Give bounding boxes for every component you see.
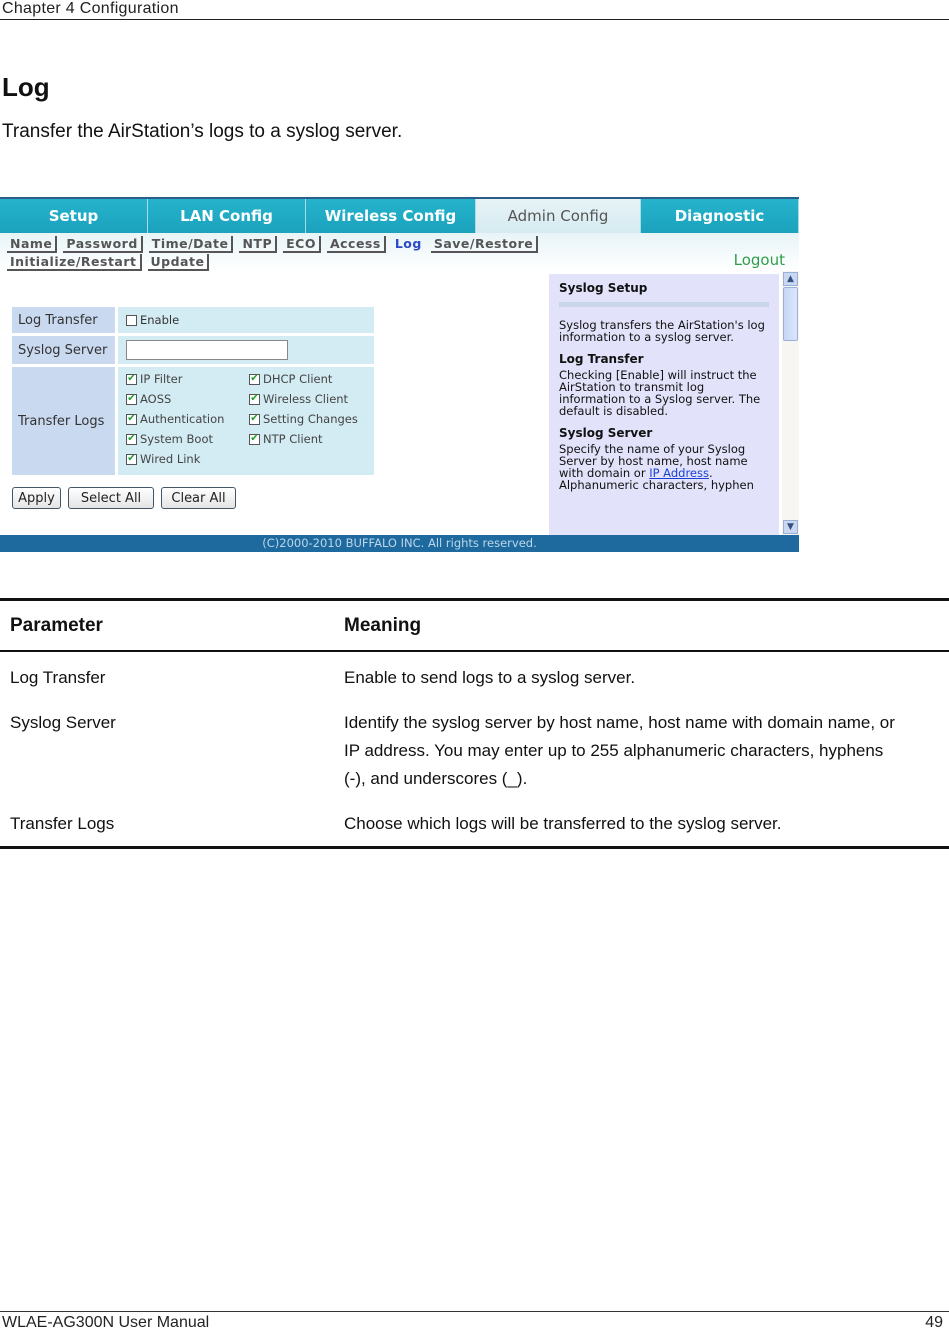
log-type-dhcp-client[interactable]: ✔ DHCP Client <box>249 372 369 386</box>
log-type-label: DHCP Client <box>263 372 333 386</box>
subtab-save-restore[interactable]: Save/Restore <box>430 236 539 253</box>
help-syslog-server-text: Specify the name of your Syslog Server b… <box>559 443 769 491</box>
log-type-label: NTP Client <box>263 432 323 446</box>
log-type-label: AOSS <box>140 392 172 406</box>
tab-lan-config[interactable]: LAN Config <box>148 199 306 233</box>
log-type-label: Wired Link <box>140 452 201 466</box>
table-row: Log Transfer Enable to send logs to a sy… <box>0 664 949 692</box>
log-type-system-boot[interactable]: ✔ System Boot <box>126 432 249 446</box>
parameter-table: Parameter Meaning Log Transfer Enable to… <box>0 598 949 849</box>
logout-link[interactable]: Logout <box>734 251 785 269</box>
log-type-label: Authentication <box>140 412 225 426</box>
log-settings-form: Log Transfer Enable Syslog Server Transf… <box>12 307 374 478</box>
log-type-aoss[interactable]: ✔ AOSS <box>126 392 249 406</box>
check-icon[interactable]: ✔ <box>249 393 260 405</box>
subtab-update[interactable]: Update <box>147 254 210 271</box>
section-title: Log <box>2 72 50 102</box>
check-icon[interactable]: ✔ <box>249 373 260 385</box>
log-type-authentication[interactable]: ✔ Authentication <box>126 412 249 426</box>
help-scrollbar[interactable]: ▲ ▼ <box>782 271 799 535</box>
row-meaning: Identify the syslog server by host name,… <box>344 713 895 788</box>
subtab-time-date[interactable]: Time/Date <box>148 236 234 253</box>
footer-divider <box>0 1311 949 1312</box>
help-divider <box>559 302 769 307</box>
subtab-password[interactable]: Password <box>63 236 143 253</box>
help-panel: Syslog Setup Syslog transfers the AirSta… <box>549 274 779 536</box>
log-transfer-label: Log Transfer <box>12 307 115 333</box>
scroll-up-icon[interactable]: ▲ <box>783 272 798 286</box>
header-parameter: Parameter <box>10 614 103 636</box>
table-row: Transfer Logs Choose which logs will be … <box>0 810 949 838</box>
subtab-ntp[interactable]: NTP <box>239 236 278 253</box>
subtab-eco[interactable]: ECO <box>283 236 321 253</box>
subtab-name[interactable]: Name <box>7 236 58 253</box>
check-icon[interactable]: ✔ <box>126 393 137 405</box>
log-type-wired-link[interactable]: ✔ Wired Link <box>126 452 249 466</box>
router-ui-screenshot: Setup LAN Config Wireless Config Admin C… <box>0 197 799 552</box>
check-icon[interactable]: ✔ <box>249 413 260 425</box>
table-row: Syslog Server Identify the syslog server… <box>0 709 949 793</box>
check-icon[interactable]: ✔ <box>249 433 260 445</box>
sub-nav: Name Password Time/Date NTP ECO Access L… <box>0 233 799 271</box>
help-syslog-server-heading: Syslog Server <box>559 426 653 440</box>
header-meaning: Meaning <box>344 614 422 636</box>
check-icon[interactable]: ✔ <box>126 433 137 445</box>
row-parameter: Syslog Server <box>10 713 116 732</box>
row-parameter: Transfer Logs <box>10 814 115 833</box>
syslog-server-input[interactable] <box>126 340 288 360</box>
log-type-checkboxes: ✔ IP Filter ✔ DHCP Client ✔ AOSS ✔ Wireless … <box>126 367 369 471</box>
top-nav: Setup LAN Config Wireless Config Admin C… <box>0 197 799 233</box>
help-log-transfer-heading: Log Transfer <box>559 352 644 366</box>
log-type-label: System Boot <box>140 432 214 446</box>
form-buttons: Apply Select All Clear All <box>12 487 236 509</box>
chapter-header: Chapter 4 Configuration <box>2 0 179 17</box>
page-number: 49 <box>925 1314 943 1331</box>
help-log-transfer-text: Checking [Enable] will instruct the AirS… <box>559 368 761 418</box>
apply-button[interactable]: Apply <box>12 487 61 509</box>
syslog-server-label: Syslog Server <box>12 336 115 364</box>
tab-admin-config[interactable]: Admin Config <box>476 199 641 233</box>
check-icon[interactable]: ✔ <box>126 373 137 385</box>
select-all-button[interactable]: Select All <box>68 487 154 509</box>
tab-wireless-config[interactable]: Wireless Config <box>306 199 476 233</box>
log-type-wireless-client[interactable]: ✔ Wireless Client <box>249 392 369 406</box>
enable-checkbox[interactable] <box>126 314 137 326</box>
log-type-ntp-client[interactable]: ✔ NTP Client <box>249 432 369 446</box>
section-subtitle: Transfer the AirStation’s logs to a sysl… <box>2 121 403 142</box>
log-type-ip-filter[interactable]: ✔ IP Filter <box>126 372 249 386</box>
row-meaning: Enable to send logs to a syslog server. <box>344 668 636 687</box>
subtab-initialize-restart[interactable]: Initialize/Restart <box>7 254 142 271</box>
scroll-thumb[interactable] <box>783 287 798 341</box>
header-divider <box>0 19 949 20</box>
transfer-logs-label: Transfer Logs <box>12 367 115 475</box>
tab-setup[interactable]: Setup <box>0 199 148 233</box>
copyright-bar: (C)2000-2010 BUFFALO INC. All rights res… <box>0 535 799 552</box>
subtab-access[interactable]: Access <box>326 236 386 253</box>
log-type-label: Wireless Client <box>263 392 349 406</box>
subtab-log[interactable]: Log <box>392 236 425 253</box>
log-type-label: IP Filter <box>140 372 183 386</box>
enable-label: Enable <box>140 313 180 327</box>
clear-all-button[interactable]: Clear All <box>161 487 236 509</box>
log-type-label: Setting Changes <box>263 412 358 426</box>
help-title: Syslog Setup <box>559 281 648 295</box>
manual-title: WLAE-AG300N User Manual <box>2 1314 210 1331</box>
table-bottom-rule <box>0 846 949 849</box>
tab-diagnostic[interactable]: Diagnostic <box>641 199 799 233</box>
scroll-down-icon[interactable]: ▼ <box>783 520 798 534</box>
row-parameter: Log Transfer <box>10 668 106 687</box>
table-header: Parameter Meaning <box>0 601 949 650</box>
help-intro: Syslog transfers the AirStation's log in… <box>559 318 765 344</box>
log-type-setting-changes[interactable]: ✔ Setting Changes <box>249 412 369 426</box>
check-icon[interactable]: ✔ <box>126 453 137 465</box>
row-meaning: Choose which logs will be transferred to… <box>344 814 782 833</box>
check-icon[interactable]: ✔ <box>126 413 137 425</box>
